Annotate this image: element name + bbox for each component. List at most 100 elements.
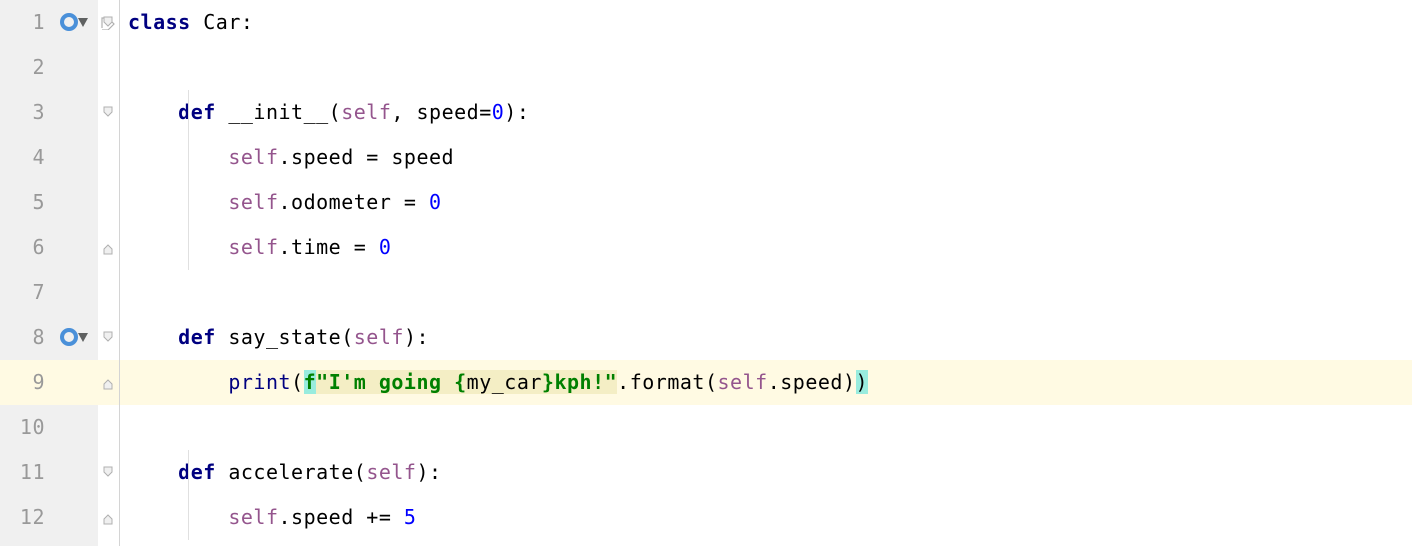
- fold-close-icon[interactable]: [100, 241, 116, 255]
- run-line-icon[interactable]: [60, 328, 88, 346]
- number-literal: 5: [404, 505, 417, 529]
- code-line[interactable]: def __init__(self, speed=0):: [120, 90, 1412, 135]
- line-number-gutter: 1 2 3 4 5 6 7 8 9 10 11 12: [0, 0, 55, 546]
- fstring-prefix: f: [304, 370, 317, 394]
- indent: [128, 235, 228, 259]
- code-line[interactable]: def accelerate(self):: [120, 450, 1412, 495]
- fstring-expr: my_car: [467, 370, 542, 394]
- lparen: (: [329, 100, 342, 124]
- dot: .: [617, 370, 630, 394]
- indent-guide: [188, 90, 189, 270]
- fold-open-icon[interactable]: [100, 16, 116, 30]
- indent-guide: [188, 450, 189, 540]
- dot: .: [279, 145, 292, 169]
- string-quote: ": [316, 370, 329, 394]
- number-literal: 0: [379, 235, 392, 259]
- operator: +=: [366, 505, 404, 529]
- code-area[interactable]: class Car: def __init__(self, speed=0): …: [120, 0, 1412, 546]
- comma: ,: [391, 100, 416, 124]
- indent: [128, 145, 228, 169]
- fold-close-icon[interactable]: [100, 376, 116, 390]
- code-editor[interactable]: 1 2 3 4 5 6 7 8 9 10 11 12: [0, 0, 1412, 546]
- line-number[interactable]: 3: [0, 90, 55, 135]
- line-number[interactable]: 12: [0, 495, 55, 540]
- line-number[interactable]: 4: [0, 135, 55, 180]
- method-name: accelerate: [228, 460, 353, 484]
- code-line[interactable]: def say_state(self):: [120, 315, 1412, 360]
- fold-close-icon[interactable]: [100, 511, 116, 525]
- attribute: time: [291, 235, 354, 259]
- line-number[interactable]: 6: [0, 225, 55, 270]
- code-line[interactable]: self.time = 0: [120, 225, 1412, 270]
- rparen-matched: ): [856, 370, 869, 394]
- string-text: kph!: [554, 370, 604, 394]
- code-line[interactable]: [120, 270, 1412, 315]
- code-line[interactable]: self.speed = speed: [120, 135, 1412, 180]
- attribute: speed: [291, 145, 366, 169]
- self-ref: self: [228, 190, 278, 214]
- colon: :: [241, 10, 254, 34]
- line-number[interactable]: 7: [0, 270, 55, 315]
- lparen: (: [291, 370, 304, 394]
- method-call: format: [630, 370, 705, 394]
- string-quote: ": [605, 370, 618, 394]
- rparen: ): [843, 370, 856, 394]
- indent: [128, 100, 178, 124]
- fold-open-icon[interactable]: [100, 466, 116, 480]
- fold-open-icon[interactable]: [100, 106, 116, 120]
- rparen-colon: ):: [404, 325, 429, 349]
- self-ref: self: [228, 505, 278, 529]
- equals: =: [479, 100, 492, 124]
- lparen: (: [341, 325, 354, 349]
- fold-open-icon[interactable]: [100, 331, 116, 345]
- run-line-icon[interactable]: [60, 13, 88, 31]
- builtin-print: print: [228, 370, 291, 394]
- code-line-active[interactable]: print(f"I'm going {my_car}kph!".format(s…: [120, 360, 1412, 405]
- indent: [128, 460, 178, 484]
- number-literal: 0: [429, 190, 442, 214]
- fstring-rbrace: }: [542, 370, 555, 394]
- keyword-def: def: [178, 460, 228, 484]
- indent: [128, 325, 178, 349]
- code-line[interactable]: class Car:: [120, 0, 1412, 45]
- code-line[interactable]: self.odometer = 0: [120, 180, 1412, 225]
- keyword-class: class: [128, 10, 203, 34]
- line-number[interactable]: 9: [0, 360, 55, 405]
- param: speed: [416, 100, 479, 124]
- equals: =: [366, 145, 391, 169]
- fold-gutter: [98, 0, 120, 546]
- method-name: __init__: [228, 100, 328, 124]
- code-line[interactable]: [120, 405, 1412, 450]
- code-line[interactable]: [120, 45, 1412, 90]
- rparen-colon: ):: [416, 460, 441, 484]
- self-param: self: [366, 460, 416, 484]
- class-name: Car: [203, 10, 241, 34]
- equals: =: [354, 235, 379, 259]
- rparen-colon: ):: [504, 100, 529, 124]
- self-param: self: [354, 325, 404, 349]
- self-ref: self: [228, 235, 278, 259]
- attribute: speed: [780, 370, 843, 394]
- dot: .: [768, 370, 781, 394]
- lparen: (: [705, 370, 718, 394]
- indent: [128, 370, 228, 394]
- line-number[interactable]: 10: [0, 405, 55, 450]
- line-number[interactable]: 11: [0, 450, 55, 495]
- self-ref: self: [718, 370, 768, 394]
- dot: .: [279, 235, 292, 259]
- line-number[interactable]: 1: [0, 0, 55, 45]
- indent: [128, 505, 228, 529]
- line-number[interactable]: 5: [0, 180, 55, 225]
- fstring-lbrace: {: [454, 370, 467, 394]
- attribute: speed: [291, 505, 366, 529]
- string-text: I'm going: [329, 370, 454, 394]
- self-param: self: [341, 100, 391, 124]
- attribute: odometer: [291, 190, 404, 214]
- self-ref: self: [228, 145, 278, 169]
- method-name: say_state: [228, 325, 341, 349]
- number-literal: 0: [492, 100, 505, 124]
- line-number[interactable]: 2: [0, 45, 55, 90]
- line-number[interactable]: 8: [0, 315, 55, 360]
- code-line[interactable]: self.speed += 5: [120, 495, 1412, 540]
- dot: .: [279, 190, 292, 214]
